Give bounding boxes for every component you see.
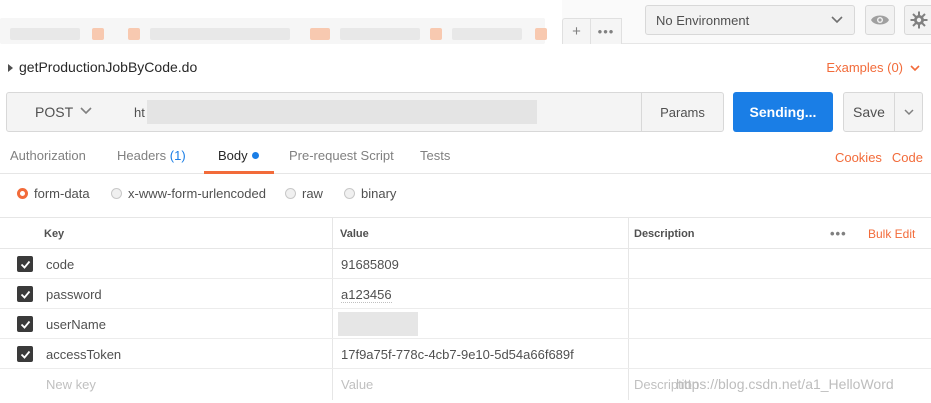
url-input[interactable]: ht — [121, 92, 642, 132]
blurred-tab-badge — [128, 28, 140, 40]
blurred-tab-text — [10, 28, 80, 40]
radio-raw-label: raw — [302, 186, 323, 201]
save-dropdown-button[interactable] — [894, 92, 923, 132]
radio-unselected-icon — [285, 188, 296, 199]
request-tab-strip[interactable] — [0, 0, 562, 44]
row-checkbox[interactable] — [17, 316, 33, 332]
row-checkbox[interactable] — [17, 346, 33, 362]
row-key[interactable]: userName — [46, 317, 106, 332]
send-button[interactable]: Sending... — [733, 92, 833, 132]
request-name-row: getProductionJobByCode.do Examples (0) — [0, 44, 931, 90]
row-key[interactable]: password — [46, 287, 102, 302]
radio-x-www-form-urlencoded[interactable]: x-www-form-urlencoded — [111, 186, 266, 201]
headers-count: (1) — [169, 148, 186, 163]
body-indicator-dot — [251, 152, 259, 159]
radio-unselected-icon — [344, 188, 355, 199]
tab-body-label: Body — [218, 148, 248, 163]
table-row: password a123456 — [0, 279, 931, 309]
caret-right-icon[interactable] — [8, 64, 13, 72]
checkmark-icon — [20, 320, 30, 329]
manage-environments-button[interactable] — [904, 5, 931, 35]
checkmark-icon — [20, 290, 30, 299]
method-select[interactable]: POST — [6, 92, 122, 132]
cookies-link[interactable]: Cookies — [835, 150, 882, 165]
url-redacted — [147, 100, 537, 124]
new-key-input[interactable]: New key — [46, 377, 96, 392]
environment-select[interactable]: No Environment — [645, 5, 855, 35]
radio-binary[interactable]: binary — [344, 186, 396, 201]
tab-headers[interactable]: Headers (1) — [117, 148, 186, 163]
gear-icon — [910, 11, 928, 29]
blurred-tab-badge — [310, 28, 330, 40]
environment-select-label: No Environment — [656, 12, 750, 28]
blurred-tab-badge — [535, 28, 547, 40]
watermark-text: https://blog.csdn.net/a1_HelloWord — [676, 376, 894, 392]
radio-urlencoded-label: x-www-form-urlencoded — [128, 186, 266, 201]
chevron-down-icon — [910, 64, 920, 71]
top-bar: + ••• No Environment — [0, 0, 931, 44]
params-button[interactable]: Params — [641, 92, 724, 132]
row-checkbox[interactable] — [17, 286, 33, 302]
chevron-down-icon — [903, 109, 914, 116]
examples-label: Examples (0) — [826, 60, 903, 75]
tab-prerequest-script[interactable]: Pre-request Script — [289, 148, 394, 163]
header-key: Key — [44, 228, 65, 240]
radio-raw[interactable]: raw — [285, 186, 323, 201]
blurred-tab-text — [340, 28, 420, 40]
table-header: Key Value Description ••• Bulk Edit — [0, 218, 931, 249]
row-key[interactable]: accessToken — [46, 347, 121, 362]
tab-tests[interactable]: Tests — [420, 148, 450, 163]
row-value[interactable]: a123456 — [341, 287, 392, 303]
save-button[interactable]: Save — [843, 92, 895, 132]
checkmark-icon — [20, 260, 30, 269]
body-type-selector: form-data x-www-form-urlencoded raw bina… — [0, 174, 931, 218]
blurred-tab-badge — [92, 28, 104, 40]
radio-selected-icon — [17, 188, 28, 199]
tab-authorization[interactable]: Authorization — [10, 148, 86, 163]
table-row: userName — [0, 309, 931, 339]
new-tab-button[interactable]: + — [562, 18, 590, 44]
request-subtabs: Authorization Headers (1) Body Pre-reque… — [0, 134, 931, 174]
table-row: accessToken 17f9a75f-778c-4cb7-9e10-5d54… — [0, 339, 931, 369]
checkmark-icon — [20, 350, 30, 359]
eye-icon — [871, 15, 889, 25]
method-label: POST — [35, 104, 74, 120]
row-value[interactable]: 17f9a75f-778c-4cb7-9e10-5d54a66f689f — [341, 347, 574, 362]
chevron-down-icon — [80, 107, 92, 115]
header-value: Value — [340, 228, 369, 240]
more-tabs-button[interactable]: ••• — [590, 18, 622, 44]
row-key[interactable]: code — [46, 257, 74, 272]
examples-dropdown[interactable]: Examples (0) — [826, 60, 921, 75]
radio-binary-label: binary — [361, 186, 397, 201]
tab-headers-label: Headers — [117, 148, 167, 163]
blurred-tab-badge — [430, 28, 442, 40]
row-checkbox[interactable] — [17, 256, 33, 272]
url-text: ht — [134, 104, 145, 120]
code-link[interactable]: Code — [892, 150, 923, 165]
url-row: POST ht Params Sending... Save — [0, 90, 931, 134]
environment-quick-look-button[interactable] — [865, 5, 895, 35]
radio-form-data-label: form-data — [34, 186, 90, 201]
bulk-edit-link[interactable]: Bulk Edit — [868, 227, 915, 241]
blurred-tab-text — [150, 28, 290, 40]
blurred-tab-text — [452, 28, 522, 40]
header-description: Description — [634, 228, 695, 240]
value-redacted — [338, 312, 418, 336]
radio-unselected-icon — [111, 188, 122, 199]
more-options-icon[interactable]: ••• — [830, 226, 847, 241]
tab-body[interactable]: Body — [218, 148, 259, 163]
radio-form-data[interactable]: form-data — [17, 186, 90, 201]
new-value-input[interactable]: Value — [341, 377, 373, 392]
table-row: code 91685809 — [0, 249, 931, 279]
request-name[interactable]: getProductionJobByCode.do — [19, 59, 197, 75]
chevron-down-icon — [831, 16, 843, 24]
row-value[interactable]: 91685809 — [341, 257, 399, 272]
